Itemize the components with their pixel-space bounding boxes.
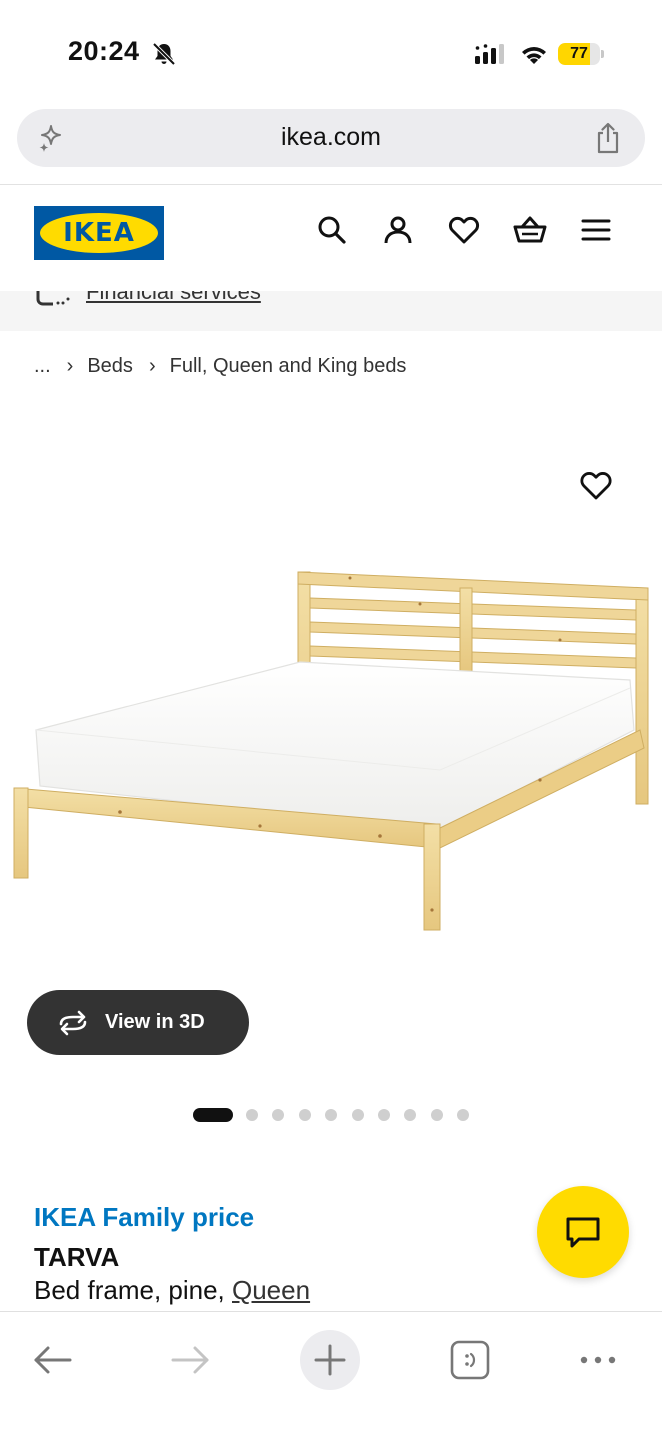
rotate-3d-icon [59,1010,87,1035]
chevron-right-icon: › [66,354,74,377]
share-icon[interactable] [593,121,623,155]
financial-services-banner: Financial services [0,291,662,331]
tabs-button[interactable] [440,1330,500,1390]
status-time: 20:24 [68,36,140,66]
battery-icon: 77 [558,40,604,68]
account-icon[interactable] [381,213,415,247]
pagination-dot[interactable] [404,1109,417,1121]
pagination-dot[interactable] [457,1109,470,1121]
gallery-pagination [193,1108,484,1122]
wallet-icon [36,291,70,306]
pagination-dot[interactable] [351,1109,364,1121]
breadcrumb-full-queen-king[interactable]: Full, Queen and King beds [170,355,407,378]
pagination-dot[interactable] [272,1109,285,1121]
cellular-signal-icon [475,44,504,64]
family-price-label: IKEA Family price [34,1202,255,1232]
view-in-3d-label: View in 3D [105,1011,205,1033]
forward-button[interactable] [161,1330,221,1390]
basket-icon[interactable] [513,213,547,247]
chat-button[interactable] [537,1186,629,1278]
more-icon [580,1356,616,1364]
logo-text: IKEA [63,218,135,248]
wifi-icon [522,47,546,64]
search-icon[interactable] [315,213,349,247]
status-bar: 20:24 77 [0,0,662,100]
product-name: TARVA [34,1242,120,1272]
chevron-right-icon: › [148,354,156,377]
pagination-dot[interactable] [325,1109,338,1121]
breadcrumb-beds[interactable]: Beds [87,355,133,378]
view-in-3d-button[interactable]: View in 3D [27,990,249,1055]
pagination-dot[interactable] [430,1109,443,1121]
menu-icon[interactable] [579,213,613,247]
product-size-link[interactable]: Queen [232,1275,310,1305]
chat-icon [566,1217,600,1248]
browser-toolbar [0,1311,662,1440]
pagination-dot[interactable] [298,1109,311,1121]
more-button[interactable] [568,1330,628,1390]
breadcrumb: ... › Beds › Full, Queen and King beds [34,353,406,379]
product-description-text: Bed frame, pine, [34,1275,232,1305]
back-arrow-icon [34,1346,72,1374]
favourite-heart-icon[interactable] [578,468,614,502]
ikea-logo[interactable]: IKEA [34,206,164,260]
financial-services-link[interactable]: Financial services [86,291,261,305]
address-bar[interactable]: ikea.com [17,109,645,167]
product-description: Bed frame, pine, Queen [34,1275,310,1306]
site-header: IKEA [0,185,662,291]
url-text[interactable]: ikea.com [17,123,645,152]
pagination-dot[interactable] [246,1109,258,1121]
battery-level: 77 [570,45,588,62]
heart-icon[interactable] [447,213,481,247]
pagination-dot-active[interactable] [193,1108,233,1122]
tabs-icon [450,1340,490,1380]
new-tab-button[interactable] [300,1330,360,1390]
pagination-dot[interactable] [377,1109,390,1121]
new-tab-icon [314,1344,346,1376]
forward-arrow-icon [171,1346,209,1374]
product-image[interactable] [0,440,662,970]
bell-slash-icon [152,42,176,66]
breadcrumb-ellipsis[interactable]: ... [34,355,51,378]
back-button[interactable] [22,1330,82,1390]
